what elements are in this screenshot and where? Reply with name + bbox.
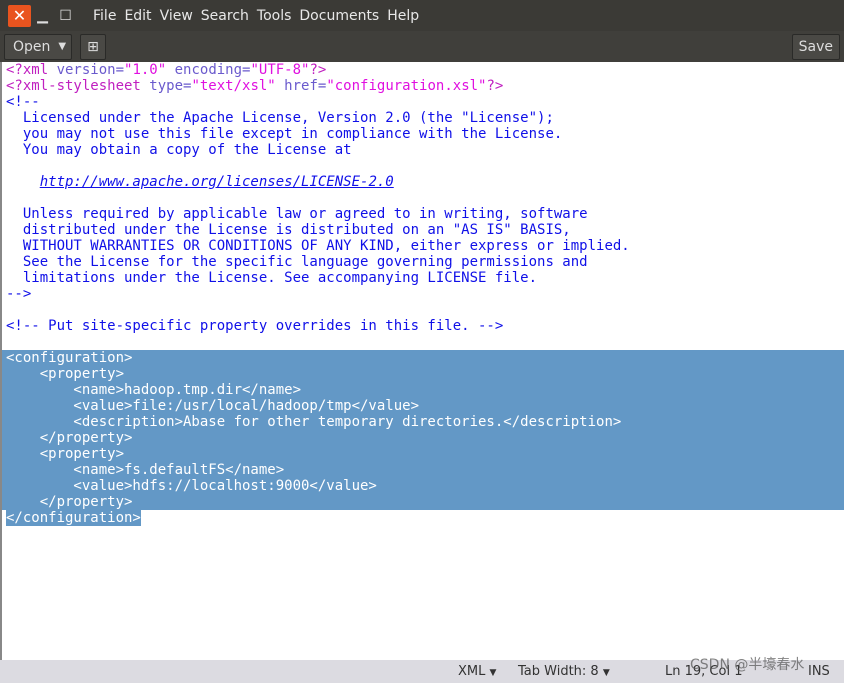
open-button[interactable]: Open ▼ — [4, 33, 72, 60]
code-token: --> — [6, 286, 32, 302]
text-editor[interactable]: <?xml version="1.0" encoding="UTF-8"?> <?… — [0, 62, 844, 660]
code-token: href= — [275, 78, 327, 94]
chevron-down-icon: ▼ — [602, 668, 610, 678]
code-token: Licensed under the Apache License, Versi… — [6, 110, 554, 126]
close-button[interactable]: ✕ — [8, 4, 31, 27]
new-tab-button[interactable]: ⊞ — [80, 33, 106, 60]
code-line: limitations under the License. See accom… — [2, 270, 844, 286]
code-token: you may not use this file except in comp… — [6, 126, 563, 142]
code-token: <description>Abase for other temporary d… — [6, 414, 622, 430]
tab-width-selector[interactable]: Tab Width: 8 ▼ — [518, 664, 610, 679]
code-token: "UTF-8" — [250, 62, 310, 78]
code-token: distributed under the License is distrib… — [6, 222, 571, 238]
code-line: <?xml version="1.0" encoding="UTF-8"?> — [2, 62, 844, 78]
code-token: ?> — [486, 78, 504, 94]
code-token: type= — [149, 78, 192, 94]
code-token: </property> — [6, 494, 133, 510]
code-line: distributed under the License is distrib… — [2, 222, 844, 238]
language-label: XML — [458, 664, 486, 679]
code-token: ?> — [309, 62, 327, 78]
code-line: <configuration> — [2, 350, 844, 366]
code-line: <description>Abase for other temporary d… — [2, 414, 844, 430]
code-line: WITHOUT WARRANTIES OR CONDITIONS OF ANY … — [2, 238, 844, 254]
menu-documents[interactable]: Documents — [299, 8, 379, 24]
code-token: </configuration> — [6, 510, 141, 526]
code-token: </property> — [6, 430, 133, 446]
menu-file[interactable]: File — [93, 8, 116, 24]
code-token: <property> — [6, 366, 125, 382]
tab-width-label: Tab Width: 8 — [518, 664, 599, 679]
code-token: <name>hadoop.tmp.dir</name> — [6, 382, 302, 398]
insert-mode: INS — [808, 664, 830, 679]
code-line: See the License for the specific languag… — [2, 254, 844, 270]
code-token: <!-- Put site-specific property override… — [6, 318, 504, 334]
code-line: </property> — [2, 494, 844, 510]
code-token: <value>file:/usr/local/hadoop/tmp</value… — [6, 398, 420, 414]
save-button[interactable]: Save — [791, 33, 840, 60]
code-line: <!-- Put site-specific property override… — [2, 318, 844, 334]
maximize-icon: ☐ — [59, 7, 72, 24]
minimize-button[interactable]: ▁ — [31, 5, 54, 27]
code-token: Unless required by applicable law or agr… — [6, 206, 588, 222]
code-line: <name>fs.defaultFS</name> — [2, 462, 844, 478]
code-line: --> — [2, 286, 844, 302]
menu-view[interactable]: View — [160, 8, 193, 24]
menu-tools[interactable]: Tools — [257, 8, 292, 24]
code-line: you may not use this file except in comp… — [2, 126, 844, 142]
code-token: WITHOUT WARRANTIES OR CONDITIONS OF ANY … — [6, 238, 630, 254]
code-line: <value>hdfs://localhost:9000</value> — [2, 478, 844, 494]
chevron-down-icon: ▼ — [58, 41, 67, 52]
code-line: Licensed under the Apache License, Versi… — [2, 110, 844, 126]
license-link[interactable]: http://www.apache.org/licenses/LICENSE-2… — [40, 174, 394, 190]
code-token: <configuration> — [6, 350, 133, 366]
new-tab-icon: ⊞ — [87, 38, 99, 55]
code-line: <!-- — [2, 94, 844, 110]
code-line: <?xml-stylesheet type="text/xsl" href="c… — [2, 78, 844, 94]
code-token: See the License for the specific languag… — [6, 254, 588, 270]
code-token: "1.0" — [124, 62, 167, 78]
code-token: "text/xsl" — [191, 78, 276, 94]
code-line: http://www.apache.org/licenses/LICENSE-2… — [2, 174, 844, 190]
menu-edit[interactable]: Edit — [124, 8, 151, 24]
code-token: <value>hdfs://localhost:9000</value> — [6, 478, 377, 494]
code-token: <name>fs.defaultFS</name> — [6, 462, 285, 478]
code-line: Unless required by applicable law or agr… — [2, 206, 844, 222]
code-token: <?xml — [6, 62, 57, 78]
code-token: You may obtain a copy of the License at — [6, 142, 352, 158]
open-label: Open — [13, 38, 51, 55]
minimize-icon: ▁ — [37, 7, 48, 24]
close-icon: ✕ — [12, 6, 27, 25]
code-token: <property> — [6, 446, 125, 462]
code-line: <property> — [2, 366, 844, 382]
code-token: <!-- — [6, 94, 40, 110]
chevron-down-icon: ▼ — [489, 668, 497, 678]
menu-help[interactable]: Help — [387, 8, 419, 24]
code-token: version= — [56, 62, 125, 78]
toolbar: Open ▼ ⊞ Save — [0, 31, 844, 62]
code-line: </configuration> — [2, 510, 844, 526]
code-line: <value>file:/usr/local/hadoop/tmp</value… — [2, 398, 844, 414]
maximize-button[interactable]: ☐ — [54, 5, 77, 27]
code-token: encoding= — [166, 62, 251, 78]
menu-bar: File Edit View Search Tools Documents He… — [93, 8, 427, 24]
code-token: limitations under the License. See accom… — [6, 270, 538, 286]
code-token: <?xml-stylesheet — [6, 78, 150, 94]
code-line: <name>hadoop.tmp.dir</name> — [2, 382, 844, 398]
code-line: You may obtain a copy of the License at — [2, 142, 844, 158]
code-line: </property> — [2, 430, 844, 446]
watermark: CSDN @半壕春水 — [690, 657, 805, 673]
title-bar: ✕ ▁ ☐ File Edit View Search Tools Docume… — [0, 0, 844, 31]
language-selector[interactable]: XML ▼ — [458, 664, 496, 679]
status-bar: XML ▼ Tab Width: 8 ▼ Ln 19, Col 1 INS CS… — [0, 657, 844, 683]
code-line: <property> — [2, 446, 844, 462]
code-token: "configuration.xsl" — [326, 78, 487, 94]
menu-search[interactable]: Search — [201, 8, 249, 24]
